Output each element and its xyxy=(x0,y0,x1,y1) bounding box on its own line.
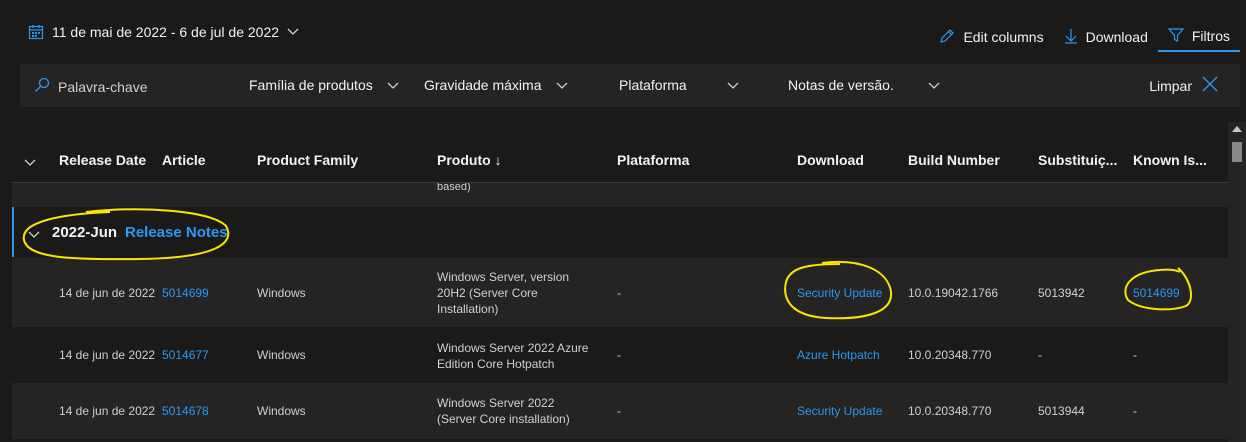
chevron-down-icon[interactable] xyxy=(28,226,40,244)
max-severity-label: Gravidade máxima xyxy=(424,77,542,93)
keyword-search-input[interactable]: Palavra-chave xyxy=(34,77,148,96)
release-date-cell: 14 de jun de 2022 xyxy=(59,348,156,362)
build-number-cell: 10.0.20348.770 xyxy=(908,348,992,362)
top-bar: 11 de mai de 2022 - 6 de jul de 2022 Edi… xyxy=(0,0,1246,66)
search-icon xyxy=(34,77,50,96)
product-cell: based) xyxy=(437,183,471,193)
article-link[interactable]: 5014678 xyxy=(162,404,209,418)
product-family-label: Família de produtos xyxy=(249,77,373,93)
column-header-product[interactable]: Produto ↓ xyxy=(437,152,502,168)
article-link[interactable]: 5014699 xyxy=(162,286,209,300)
column-header-download[interactable]: Download xyxy=(797,152,864,168)
top-actions: Edit columns Download Filtros xyxy=(929,22,1246,52)
known-issues-cell: - xyxy=(1133,404,1137,418)
known-issues-cell: - xyxy=(1133,348,1137,362)
download-icon xyxy=(1064,28,1078,47)
table-row[interactable]: 14 de jun de 2022 5014678 Windows Window… xyxy=(12,383,1228,439)
known-issues-link[interactable]: 5014699 xyxy=(1133,286,1180,300)
filter-bar: Palavra-chave Família de produtos Gravid… xyxy=(20,64,1240,107)
edit-columns-label: Edit columns xyxy=(963,29,1044,45)
download-link[interactable]: Security Update xyxy=(797,404,882,418)
product-family-cell: Windows xyxy=(257,348,306,362)
collapse-all-chevron-icon[interactable] xyxy=(24,154,36,170)
download-link[interactable]: Azure Hotpatch xyxy=(797,348,880,362)
search-placeholder: Palavra-chave xyxy=(58,78,148,95)
chevron-down-icon xyxy=(556,77,568,93)
column-header-release-date[interactable]: Release Date xyxy=(59,152,146,168)
supersedes-cell: - xyxy=(1038,348,1042,362)
platform-cell: - xyxy=(617,286,621,300)
calendar-icon xyxy=(28,24,44,40)
download-link[interactable]: Security Update xyxy=(797,286,882,300)
chevron-down-icon xyxy=(287,28,299,36)
vertical-scrollbar[interactable] xyxy=(1228,122,1246,442)
article-link[interactable]: 5014677 xyxy=(162,348,209,362)
filters-label: Filtros xyxy=(1191,28,1230,44)
product-cell: Windows Server 2022 (Server Core install… xyxy=(437,396,570,426)
release-notes-label: Notas de versão. xyxy=(788,77,894,93)
supersedes-cell: 5013944 xyxy=(1038,404,1085,418)
clear-label: Limpar xyxy=(1149,77,1192,94)
edit-columns-button[interactable]: Edit columns xyxy=(929,25,1053,49)
group-title: 2022-Jun xyxy=(52,224,118,241)
pencil-icon xyxy=(939,28,955,47)
download-label: Download xyxy=(1085,29,1148,45)
release-notes-dropdown[interactable]: Notas de versão. xyxy=(788,77,940,93)
chevron-down-icon xyxy=(387,77,399,93)
release-notes-link[interactable]: Release Notes xyxy=(125,224,228,241)
column-header-build-number[interactable]: Build Number xyxy=(908,152,1000,168)
table-row[interactable]: based) xyxy=(12,183,1228,207)
platform-label: Plataforma xyxy=(619,77,687,93)
table-row[interactable]: 14 de jun de 2022 5014699 Windows Window… xyxy=(12,258,1228,327)
group-header-2022-jun[interactable]: 2022-Jun Release Notes xyxy=(12,207,1230,257)
platform-dropdown[interactable]: Plataforma xyxy=(619,77,739,93)
clear-filters-button[interactable]: Limpar xyxy=(1149,76,1218,95)
sort-descending-icon: ↓ xyxy=(494,152,502,168)
release-date-cell: 14 de jun de 2022 xyxy=(59,286,156,300)
close-icon xyxy=(1202,76,1218,95)
product-cell: Windows Server, version 20H2 (Server Cor… xyxy=(437,270,570,316)
date-range-label: 11 de mai de 2022 - 6 de jul de 2022 xyxy=(52,24,280,40)
scrollbar-thumb[interactable] xyxy=(1232,142,1242,162)
release-date-cell: 14 de jun de 2022 xyxy=(59,404,156,418)
column-header-known-issues[interactable]: Known Is... xyxy=(1133,152,1207,168)
table-header: Release Date Article Product Family Prod… xyxy=(12,142,1228,182)
column-header-supersedes[interactable]: Substituiç... xyxy=(1038,152,1117,168)
build-number-cell: 10.0.20348.770 xyxy=(908,404,992,418)
filter-icon xyxy=(1167,27,1185,46)
product-family-cell: Windows xyxy=(257,286,306,300)
product-header-label: Produto xyxy=(437,152,491,168)
chevron-down-icon xyxy=(727,77,739,93)
filters-button[interactable]: Filtros xyxy=(1157,22,1240,52)
product-cell: Windows Server 2022 Azure Edition Core H… xyxy=(437,341,589,371)
scroll-up-arrow-icon[interactable] xyxy=(1232,126,1242,132)
supersedes-cell: 5013942 xyxy=(1038,286,1085,300)
product-family-cell: Windows xyxy=(257,404,306,418)
date-range-picker[interactable]: 11 de mai de 2022 - 6 de jul de 2022 xyxy=(28,24,299,40)
platform-cell: - xyxy=(617,348,621,362)
build-number-cell: 10.0.19042.1766 xyxy=(908,286,999,300)
max-severity-dropdown[interactable]: Gravidade máxima xyxy=(424,77,568,93)
product-family-dropdown[interactable]: Família de produtos xyxy=(249,77,399,93)
column-header-product-family[interactable]: Product Family xyxy=(257,152,358,168)
download-button[interactable]: Download xyxy=(1054,25,1158,49)
column-header-platform[interactable]: Plataforma xyxy=(617,152,689,168)
table-row[interactable]: 14 de jun de 2022 5014677 Windows Window… xyxy=(12,329,1228,381)
column-header-article[interactable]: Article xyxy=(162,152,206,168)
chevron-down-icon xyxy=(928,77,940,93)
platform-cell: - xyxy=(617,404,621,418)
